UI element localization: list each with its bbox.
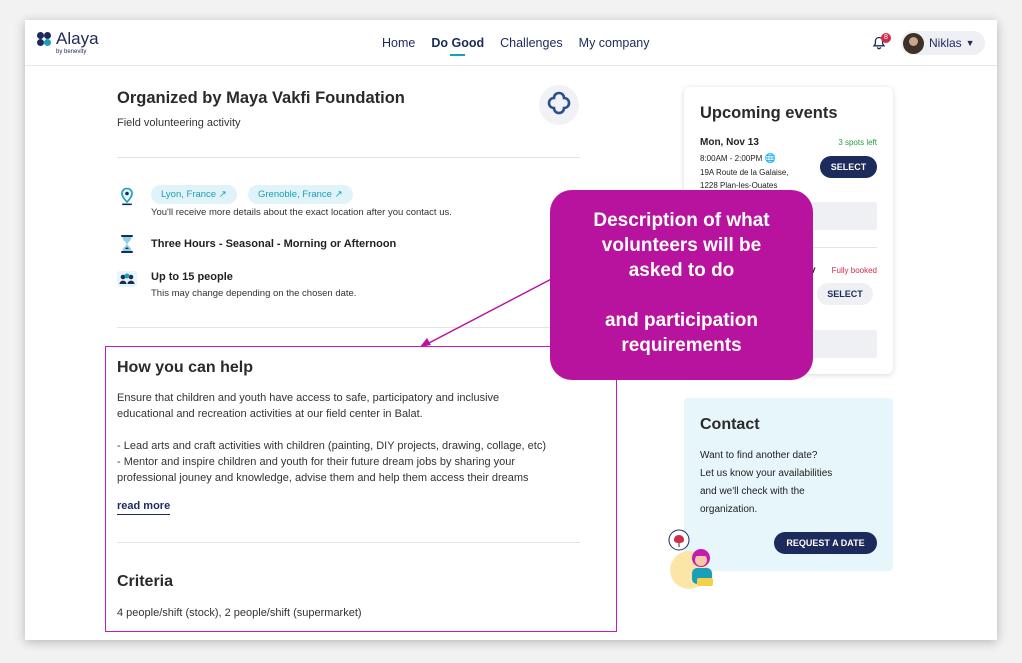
hourglass-icon xyxy=(117,234,137,254)
nav-challenges[interactable]: Challenges xyxy=(500,36,563,50)
brand-logo[interactable]: Alaya by benevity xyxy=(37,29,99,55)
request-date-button[interactable]: REQUEST A DATE xyxy=(774,532,877,554)
select-event-button[interactable]: SELECT xyxy=(820,156,877,178)
person-with-idea-illustration xyxy=(668,529,713,589)
people-group-icon xyxy=(117,269,137,289)
notification-count-badge: 8 xyxy=(881,33,891,43)
location-pin-icon xyxy=(117,186,137,206)
alaya-logo-icon xyxy=(37,32,53,48)
user-name: Niklas xyxy=(929,36,962,50)
location-note: You'll receive more details about the ex… xyxy=(151,207,452,218)
activity-capacity: Up to 15 people xyxy=(151,271,233,283)
divider xyxy=(117,157,580,158)
page-title: Organized by Maya Vakfi Foundation xyxy=(117,89,405,107)
location-chip-lyon[interactable]: Lyon, France ↗ xyxy=(151,185,237,204)
external-link-icon: ↗ xyxy=(334,189,343,200)
nav-home[interactable]: Home xyxy=(382,36,415,50)
fully-booked-badge: Fully booked xyxy=(831,266,877,275)
event-date: Mon, Nov 13 xyxy=(700,137,759,148)
main-nav: Home Do Good Challenges My company xyxy=(382,36,650,56)
event-time: 8:00AM - 2:00PM 🌐 xyxy=(700,153,776,163)
activity-type: Field volunteering activity xyxy=(117,117,241,129)
globe-icon: 🌐 xyxy=(764,153,776,163)
activity-duration: Three Hours - Seasonal - Morning or Afte… xyxy=(151,238,397,250)
organization-logo xyxy=(539,85,579,125)
avatar xyxy=(903,32,924,54)
location-chip-grenoble[interactable]: Grenoble, France ↗ xyxy=(248,185,353,204)
select-event-button[interactable]: SELECT xyxy=(817,283,873,305)
external-link-icon: ↗ xyxy=(218,189,227,200)
contact-heading: Contact xyxy=(700,416,760,433)
app-window: Alaya by benevity Home Do Good Challenge… xyxy=(25,20,997,640)
highlight-frame xyxy=(105,346,617,632)
nav-my-company[interactable]: My company xyxy=(579,36,650,50)
event-address: 19A Route de la Galaise, 1228 Plan-les-O… xyxy=(700,168,789,190)
annotation-callout: Description of what volunteers will be a… xyxy=(550,190,813,380)
chevron-down-icon: ▼ xyxy=(965,38,975,48)
quatrefoil-logo-icon xyxy=(547,91,571,115)
spots-left-badge: 3 spots left xyxy=(838,138,877,147)
upcoming-events-heading: Upcoming events xyxy=(700,104,838,122)
brand-subtitle: by benevity xyxy=(56,49,87,55)
callout-arrow xyxy=(420,273,562,347)
contact-text: Want to find another date? Let us know y… xyxy=(700,450,833,515)
brand-name: Alaya xyxy=(56,29,99,48)
user-menu[interactable]: Niklas ▼ xyxy=(901,31,985,55)
top-navigation-bar: Alaya by benevity Home Do Good Challenge… xyxy=(25,20,997,66)
nav-do-good[interactable]: Do Good xyxy=(431,36,484,56)
capacity-note: This may change depending on the chosen … xyxy=(151,288,357,299)
